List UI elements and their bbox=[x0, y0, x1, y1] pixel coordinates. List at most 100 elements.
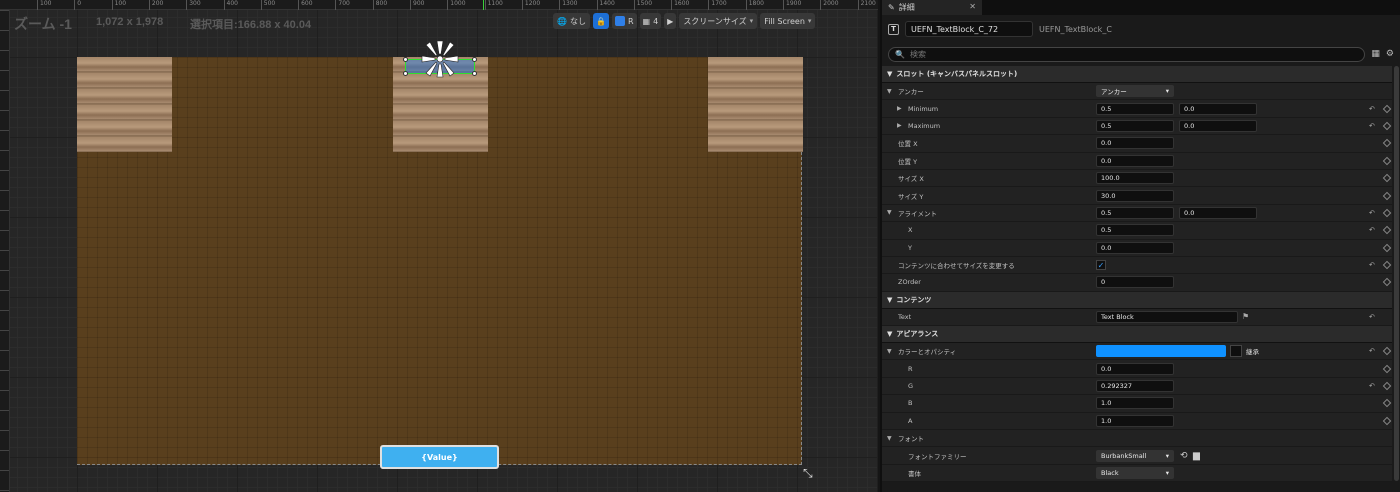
size-y-field[interactable]: 30.0 bbox=[1096, 189, 1174, 202]
reset-icon[interactable]: ↶ bbox=[1369, 226, 1375, 234]
keyframe-diamond-icon[interactable] bbox=[1382, 399, 1392, 408]
screen-size-dropdown[interactable]: スクリーンサイズ ▾ bbox=[679, 13, 758, 29]
resize-handle[interactable] bbox=[472, 71, 477, 76]
keyframe-diamond-icon[interactable] bbox=[1382, 191, 1392, 200]
size-to-content-checkbox[interactable]: ✓ bbox=[1096, 260, 1106, 271]
alignment-x-sub-field[interactable]: 0.5 bbox=[1096, 224, 1174, 237]
browse-arrow-icon[interactable]: ⟲ bbox=[1180, 451, 1188, 461]
localization-button[interactable]: 🌐 なし bbox=[553, 13, 590, 29]
scrollbar-thumb[interactable] bbox=[1394, 66, 1399, 481]
row-position-x: 位置 X 0.0 bbox=[882, 135, 1392, 153]
section-slot-label: スロット (キャンバスパネルスロット) bbox=[896, 70, 1018, 78]
row-alignment: ▼ アライメント 0.5 0.0 ↶ bbox=[882, 204, 1392, 223]
resize-handle[interactable] bbox=[403, 71, 408, 76]
size-x-field[interactable]: 100.0 bbox=[1096, 172, 1174, 185]
maximum-x-field[interactable]: 0.5 bbox=[1096, 119, 1174, 132]
keyframe-diamond-icon[interactable] bbox=[1382, 156, 1392, 165]
expand-arrow-icon[interactable]: ▼ bbox=[887, 348, 892, 355]
expand-arrow-icon[interactable]: ▼ bbox=[887, 88, 892, 95]
keyframe-diamond-icon[interactable] bbox=[1382, 208, 1392, 218]
search-input[interactable]: 🔍 検索 bbox=[888, 46, 1366, 62]
ruler-tick-label: 1700 bbox=[708, 0, 727, 10]
designer-viewport[interactable]: 100 0 100 200 300 400 500 600 700 800 900 1000 1100 1… bbox=[0, 0, 878, 492]
widget-canvas[interactable] bbox=[77, 57, 803, 465]
section-appearance[interactable]: ▼ アピアランス bbox=[882, 326, 1392, 344]
canvas-resize-icon[interactable]: ⤡ bbox=[803, 466, 813, 481]
widget-name-field[interactable]: UEFN_TextBlock_C_72 bbox=[905, 21, 1033, 37]
color-swatch[interactable] bbox=[1096, 345, 1226, 358]
keyframe-diamond-icon[interactable] bbox=[1382, 416, 1392, 426]
expand-arrow-icon[interactable]: ▼ bbox=[887, 435, 892, 442]
section-slot[interactable]: ▼ スロット (キャンバスパネルスロット) bbox=[882, 66, 1392, 83]
fill-screen-dropdown[interactable]: Fill Screen ▾ bbox=[760, 13, 816, 29]
color-a-field[interactable]: 1.0 bbox=[1096, 414, 1174, 427]
reset-icon[interactable]: ↶ bbox=[1369, 313, 1375, 321]
chevron-down-icon: ▾ bbox=[1165, 87, 1169, 96]
keyframe-diamond-icon[interactable] bbox=[1382, 104, 1392, 113]
r-label: R bbox=[627, 16, 634, 26]
grid-snap-button[interactable]: ▦ 4 bbox=[639, 13, 662, 29]
details-scrollbar[interactable] bbox=[1394, 66, 1399, 492]
keyframe-diamond-icon[interactable] bbox=[1382, 278, 1392, 287]
wood-plank-image[interactable] bbox=[77, 57, 172, 152]
expand-arrow-icon[interactable]: ▶ bbox=[897, 122, 902, 129]
keyframe-diamond-icon[interactable] bbox=[1382, 243, 1392, 252]
reset-icon[interactable]: ↶ bbox=[1369, 347, 1375, 355]
keyframe-diamond-icon[interactable] bbox=[1382, 364, 1392, 373]
font-family-dropdown[interactable]: BurbankSmall ▾ bbox=[1096, 449, 1174, 462]
flag-icon[interactable]: ⚑ bbox=[1242, 312, 1249, 321]
reset-icon[interactable]: ↶ bbox=[1369, 209, 1375, 217]
keyframe-diamond-icon[interactable] bbox=[1382, 173, 1392, 183]
keyframe-diamond-icon[interactable] bbox=[1382, 260, 1392, 270]
close-icon[interactable]: ✕ bbox=[969, 2, 976, 11]
alignment-y-sub-field[interactable]: 0.0 bbox=[1096, 241, 1174, 254]
table-view-icon[interactable]: ▦ bbox=[1371, 49, 1380, 59]
resize-handle[interactable] bbox=[403, 57, 408, 62]
zorder-field[interactable]: 0 bbox=[1096, 276, 1174, 289]
alignment-x-field[interactable]: 0.5 bbox=[1096, 206, 1174, 219]
chevron-down-icon: ▾ bbox=[749, 17, 754, 25]
color-b-field[interactable]: 1.0 bbox=[1096, 397, 1174, 410]
expand-arrow-icon[interactable]: ▶ bbox=[897, 105, 902, 112]
reset-icon[interactable]: ↶ bbox=[1369, 261, 1375, 269]
row-size-y-label: サイズ Y bbox=[898, 192, 924, 201]
minimum-x-field[interactable]: 0.5 bbox=[1096, 102, 1174, 115]
keyframe-diamond-icon[interactable] bbox=[1382, 347, 1392, 356]
lock-toggle[interactable]: 🔒 bbox=[592, 13, 609, 29]
play-button[interactable]: ▶ bbox=[664, 13, 677, 29]
value-button[interactable]: {Value} bbox=[380, 445, 499, 469]
minimum-y-field[interactable]: 0.0 bbox=[1179, 102, 1257, 115]
position-y-field[interactable]: 0.0 bbox=[1096, 154, 1174, 167]
section-content[interactable]: ▼ コンテンツ bbox=[882, 291, 1392, 309]
keyframe-diamond-icon[interactable] bbox=[1382, 226, 1392, 235]
maximum-y-field[interactable]: 0.0 bbox=[1179, 119, 1257, 132]
tab-details[interactable]: ✎ 詳細 ✕ bbox=[882, 0, 982, 15]
typeface-dropdown[interactable]: Black ▾ bbox=[1096, 467, 1174, 479]
keyframe-diamond-icon[interactable] bbox=[1382, 139, 1392, 148]
anchor-flower-icon[interactable] bbox=[418, 37, 462, 81]
square-icon bbox=[614, 16, 625, 26]
row-color-r: R 0.0 bbox=[882, 360, 1392, 378]
alignment-y-field[interactable]: 0.0 bbox=[1179, 206, 1257, 219]
resize-handle[interactable] bbox=[472, 57, 477, 62]
color-r-field[interactable]: 0.0 bbox=[1096, 362, 1174, 375]
respect-locks-button[interactable]: R bbox=[611, 13, 637, 29]
folder-icon[interactable]: ▆ bbox=[1193, 451, 1200, 461]
position-x-field[interactable]: 0.0 bbox=[1096, 137, 1174, 150]
reset-icon[interactable]: ↶ bbox=[1369, 382, 1375, 390]
wood-plank-image[interactable] bbox=[708, 57, 803, 152]
ruler-left bbox=[0, 10, 10, 492]
row-position-y: 位置 Y 0.0 bbox=[882, 152, 1392, 170]
color-g-field[interactable]: 0.292327 bbox=[1096, 380, 1174, 393]
gear-icon[interactable]: ⚙ bbox=[1386, 49, 1394, 59]
text-field[interactable]: Text Block bbox=[1096, 310, 1238, 323]
zoom-level: ズーム -1 bbox=[14, 16, 72, 32]
expand-arrow-icon[interactable]: ▼ bbox=[887, 209, 892, 216]
ruler-tick-label: 1600 bbox=[671, 0, 689, 10]
reset-icon[interactable]: ↶ bbox=[1369, 122, 1375, 130]
anchor-dropdown[interactable]: アンカー ▾ bbox=[1096, 85, 1174, 98]
keyframe-diamond-icon[interactable] bbox=[1382, 381, 1392, 391]
inherit-checkbox[interactable] bbox=[1230, 345, 1242, 358]
keyframe-diamond-icon[interactable] bbox=[1382, 121, 1392, 131]
reset-icon[interactable]: ↶ bbox=[1369, 105, 1375, 113]
